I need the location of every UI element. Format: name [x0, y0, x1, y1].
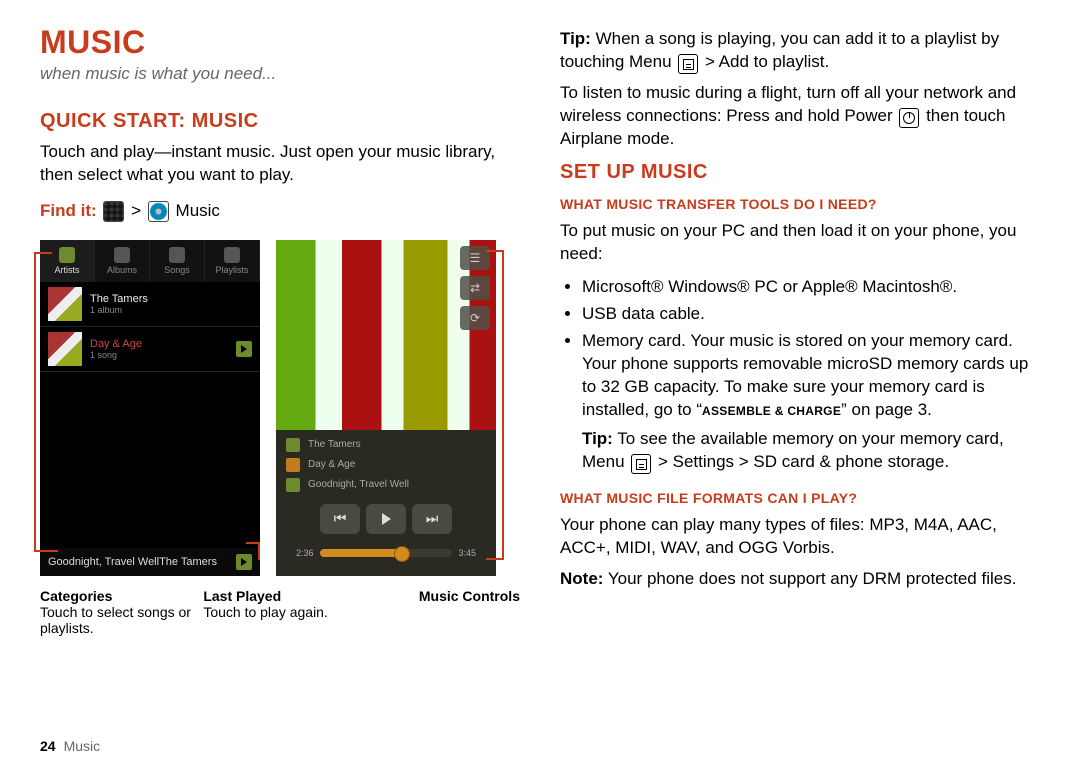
- meta-song: Goodnight, Travel Well: [308, 479, 409, 490]
- callout-heading: Categories: [40, 588, 112, 604]
- callout-body: Touch to play again.: [203, 604, 328, 620]
- list-item: USB data cable.: [582, 303, 1040, 326]
- tools-heading: What music transfer tools do I need?: [560, 196, 1040, 212]
- empty-space: [40, 372, 260, 548]
- page-title: Music: [40, 24, 520, 61]
- seek-knob[interactable]: [394, 546, 410, 562]
- play-icon[interactable]: [236, 341, 252, 357]
- meta-album: Day & Age: [308, 459, 355, 470]
- tab-playlists[interactable]: Playlists: [205, 240, 260, 282]
- note-body: Your phone does not support any DRM prot…: [603, 569, 1016, 588]
- shuffle-button[interactable]: ⇄: [460, 276, 490, 300]
- artist-row[interactable]: The Tamers1 album: [40, 282, 260, 327]
- tab-label: Playlists: [215, 265, 248, 275]
- setup-heading: Set up music: [560, 161, 1040, 184]
- music-disc-icon: [148, 201, 169, 222]
- quick-start-body: Touch and play—instant music. Just open …: [40, 141, 520, 187]
- formats-heading: What music file formats can I play?: [560, 490, 1040, 506]
- list-item: Memory card. Your music is stored on you…: [582, 330, 1040, 474]
- row-subtitle: 1 song: [90, 350, 228, 360]
- note-label: Note:: [560, 569, 603, 588]
- album-icon: [286, 458, 300, 472]
- album-art-thumb: [48, 332, 82, 366]
- time-current: 2:36: [296, 548, 314, 558]
- now-playing-bar[interactable]: Goodnight, Travel WellThe Tamers: [40, 548, 260, 576]
- tab-label: Albums: [107, 265, 137, 275]
- airplane-mode-note: To listen to music during a flight, turn…: [560, 82, 1040, 151]
- play-icon[interactable]: [236, 554, 252, 570]
- tab-label: Songs: [164, 265, 190, 275]
- tagline: when music is what you need...: [40, 63, 520, 86]
- playback-controls: [286, 498, 486, 538]
- tip-label: Tip:: [560, 29, 591, 48]
- find-it-line: Find it: > Music: [40, 201, 520, 222]
- assemble-charge-ref: Assemble & charge: [702, 404, 841, 418]
- callout-labels: Categories Touch to select songs or play…: [40, 588, 520, 636]
- callout-body: Touch to select songs or playlists.: [40, 604, 191, 636]
- row-title: The Tamers: [90, 293, 252, 305]
- tab-label: Artists: [54, 265, 79, 275]
- tip-tail: > Add to playlist.: [700, 52, 829, 71]
- tip2-tail: > Settings > SD card & phone storage.: [653, 452, 949, 471]
- footer-section: Music: [64, 738, 101, 754]
- album-art-thumb: [48, 287, 82, 321]
- callout-line: [258, 542, 260, 560]
- menu-key-icon: [678, 54, 698, 74]
- progress-row: 2:36 3:45: [286, 544, 486, 568]
- menu-key-icon: [631, 454, 651, 474]
- playlist-icon: [224, 247, 240, 263]
- callout-line: [502, 250, 504, 560]
- row-title: Day & Age: [90, 338, 228, 350]
- callout-heading: Music Controls: [419, 588, 520, 604]
- artist-icon: [59, 247, 75, 263]
- find-it-target: Music: [176, 201, 220, 220]
- artist-icon: [286, 438, 300, 452]
- tools-list: Microsoft® Windows® PC or Apple® Macinto…: [560, 272, 1040, 478]
- page-number: 24: [40, 738, 56, 754]
- list-item: Microsoft® Windows® PC or Apple® Macinto…: [582, 276, 1040, 299]
- row-subtitle: 1 album: [90, 305, 252, 315]
- library-screenshot: Artists Albums Songs Playlists The Tamer…: [40, 240, 260, 576]
- song-icon: [169, 247, 185, 263]
- drm-note: Note: Your phone does not support any DR…: [560, 568, 1040, 591]
- screenshots-row: Artists Albums Songs Playlists The Tamer…: [40, 240, 520, 576]
- find-it-sep: >: [131, 201, 141, 220]
- formats-body: Your phone can play many types of files:…: [560, 514, 1040, 560]
- seek-bar[interactable]: [320, 549, 453, 557]
- tip-playlist: Tip: When a song is playing, you can add…: [560, 28, 1040, 74]
- album-row[interactable]: Day & Age1 song: [40, 327, 260, 372]
- side-buttons: ☰ ⇄ ⟳: [460, 246, 490, 330]
- tip-label: Tip:: [582, 429, 613, 448]
- tab-songs[interactable]: Songs: [150, 240, 205, 282]
- player-screenshot: ☰ ⇄ ⟳ The Tamers Day & Age Goodnight, Tr…: [276, 240, 496, 576]
- tools-intro: To put music on your PC and then load it…: [560, 220, 1040, 266]
- find-it-label: Find it:: [40, 201, 97, 220]
- apps-grid-icon: [103, 201, 124, 222]
- album-icon: [114, 247, 130, 263]
- page-footer: 24 Music: [40, 738, 100, 754]
- time-total: 3:45: [458, 548, 476, 558]
- now-playing-artist: The Tamers: [159, 556, 217, 568]
- quick-start-heading: Quick start: Music: [40, 110, 520, 133]
- track-metadata: The Tamers Day & Age Goodnight, Travel W…: [276, 430, 496, 576]
- next-button[interactable]: [412, 504, 452, 534]
- repeat-button[interactable]: ⟳: [460, 306, 490, 330]
- li3-b: ” on page 3.: [841, 400, 932, 419]
- album-art: ☰ ⇄ ⟳: [276, 240, 496, 430]
- power-key-icon: [899, 108, 919, 128]
- prev-button[interactable]: [320, 504, 360, 534]
- category-tabs[interactable]: Artists Albums Songs Playlists: [40, 240, 260, 282]
- callout-line: [34, 252, 36, 552]
- now-playing-title: Goodnight, Travel Well: [48, 556, 159, 568]
- tab-albums[interactable]: Albums: [95, 240, 150, 282]
- callout-heading: Last Played: [203, 588, 281, 604]
- song-icon: [286, 478, 300, 492]
- play-button[interactable]: [366, 504, 406, 534]
- meta-artist: The Tamers: [308, 439, 361, 450]
- tab-artists[interactable]: Artists: [40, 240, 95, 282]
